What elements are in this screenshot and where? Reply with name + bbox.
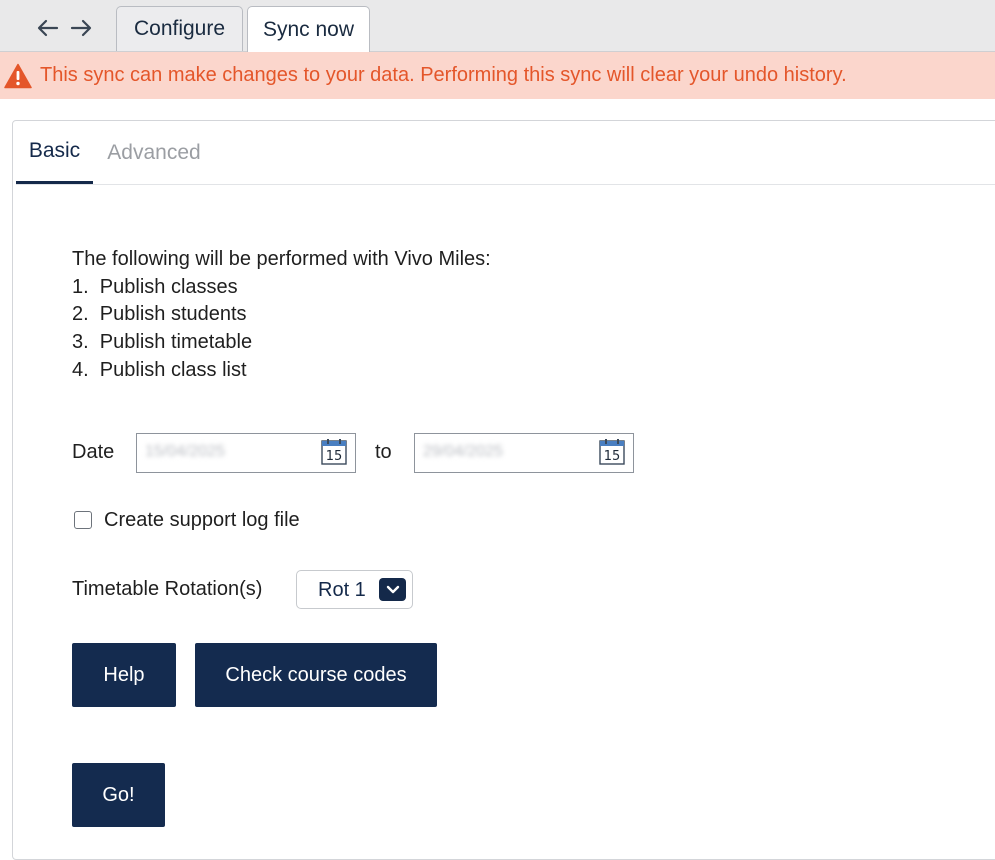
calendar-day-text: 15 — [604, 449, 621, 464]
tab-advanced[interactable]: Advanced — [106, 121, 202, 184]
warning-banner: This sync can make changes to your data.… — [0, 52, 995, 99]
tab-advanced-label: Advanced — [107, 140, 201, 164]
check-course-codes-label: Check course codes — [225, 663, 407, 686]
step-item: 2. Publish students — [72, 303, 247, 326]
date-to-field[interactable]: 29/04/2025 15 — [414, 433, 634, 473]
date-to-label: to — [375, 441, 392, 463]
tab-basic[interactable]: Basic — [16, 121, 93, 184]
rotation-label: Timetable Rotation(s) — [72, 578, 263, 600]
arrow-left-icon[interactable] — [35, 16, 61, 40]
tab-configure-label: Configure — [133, 17, 226, 40]
content-panel — [12, 120, 995, 860]
warning-text: This sync can make changes to your data.… — [40, 64, 847, 86]
date-from-field[interactable]: 15/04/2025 15 — [136, 433, 356, 473]
tab-sync-now[interactable]: Sync now — [247, 6, 370, 52]
check-course-codes-button[interactable]: Check course codes — [195, 643, 437, 707]
warning-triangle-icon — [4, 63, 32, 89]
step-item: 1. Publish classes — [72, 275, 238, 298]
date-label: Date — [72, 441, 115, 463]
intro-heading: The following will be performed with Viv… — [72, 248, 491, 270]
chevron-down-icon[interactable] — [379, 578, 406, 601]
top-toolbar: Configure Sync now — [0, 0, 995, 52]
support-log-checkbox[interactable] — [74, 511, 92, 529]
help-button[interactable]: Help — [72, 643, 176, 707]
calendar-icon[interactable]: 15 — [599, 439, 625, 465]
support-log-label[interactable]: Create support log file — [104, 509, 300, 532]
go-button-label: Go! — [102, 783, 135, 806]
arrow-right-icon[interactable] — [68, 16, 94, 40]
intro-description: The following will be performed with Viv… — [72, 246, 491, 385]
subtab-bar: Basic Advanced — [16, 121, 995, 185]
rotation-select[interactable]: Rot 1 — [296, 570, 413, 609]
calendar-day-text: 15 — [326, 449, 343, 464]
calendar-icon[interactable]: 15 — [321, 439, 347, 465]
tab-configure[interactable]: Configure — [116, 6, 243, 51]
date-from-value: 15/04/2025 — [145, 443, 226, 460]
go-button[interactable]: Go! — [72, 763, 165, 827]
tab-sync-now-label: Sync now — [262, 17, 355, 41]
date-to-value: 29/04/2025 — [423, 443, 504, 460]
rotation-selected-value: Rot 1 — [318, 579, 366, 601]
help-button-label: Help — [103, 663, 145, 686]
tab-basic-label: Basic — [28, 139, 81, 162]
step-item: 4. Publish class list — [72, 358, 247, 381]
step-item: 3. Publish timetable — [72, 331, 253, 354]
